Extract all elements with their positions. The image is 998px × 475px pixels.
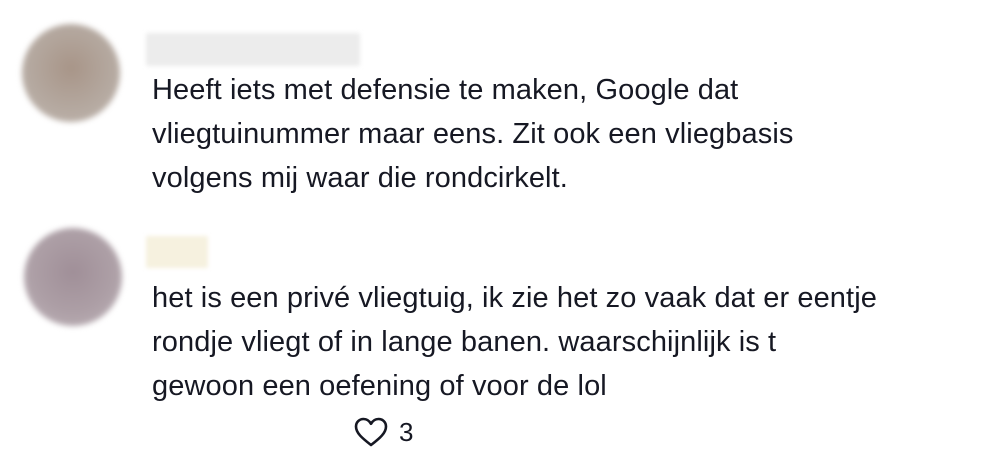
comment-text: het is een privé vliegtuig, ik zie het z…	[152, 282, 877, 402]
avatar[interactable]	[22, 24, 120, 122]
username-redacted[interactable]	[146, 33, 360, 66]
comment-text: Heeft iets met defensie te maken, Google…	[152, 74, 794, 194]
like-count: 3	[399, 416, 414, 447]
like-button[interactable]: 3	[353, 416, 413, 448]
heart-outline-icon[interactable]	[353, 416, 389, 448]
avatar[interactable]	[24, 228, 122, 326]
username-redacted[interactable]	[146, 236, 208, 268]
